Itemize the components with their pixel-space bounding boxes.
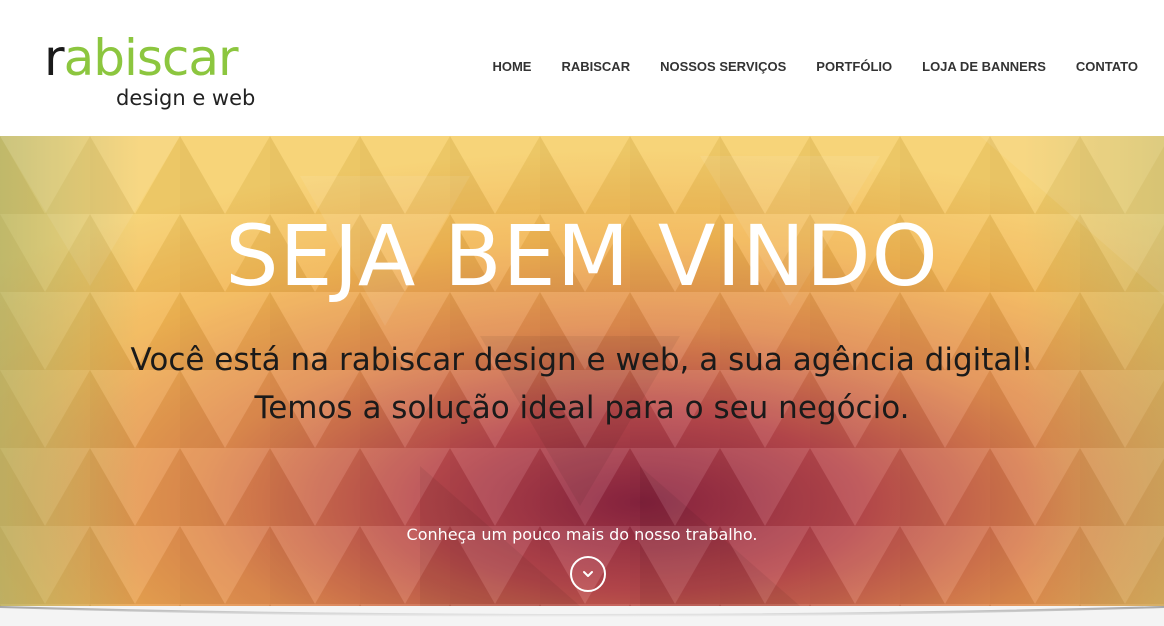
logo-first-letter: r [44,29,65,87]
hero-subtitle: Você está na rabiscar design e web, a su… [0,336,1164,432]
main-nav: HOME RABISCAR NOSSOS SERVIÇOS PORTFÓLIO … [477,56,1138,78]
chevron-down-icon [583,571,593,577]
nav-contato[interactable]: CONTATO [1061,56,1138,78]
nav-nossos-servicos[interactable]: NOSSOS SERVIÇOS [645,56,801,78]
nav-home[interactable]: HOME [477,56,546,78]
scroll-down-button[interactable] [570,556,606,592]
hero-subtitle-line2: Temos a solução ideal para o seu negócio… [254,390,910,426]
nav-portfolio[interactable]: PORTFÓLIO [801,56,907,78]
hero-bottom-shadow [0,606,1164,617]
logo-tagline: design e web [116,86,256,110]
hero-subtitle-line1: Você está na rabiscar design e web, a su… [130,342,1034,378]
logo-rest: abiscar [63,29,239,87]
logo-wordmark: rabiscar [44,28,239,88]
site-logo[interactable]: rabiscar design e web [44,28,284,118]
nav-rabiscar[interactable]: RABISCAR [546,56,645,78]
hero-banner: SEJA BEM VINDO Você está na rabiscar des… [0,136,1164,606]
hero-title: SEJA BEM VINDO [225,207,939,305]
site-header: rabiscar design e web HOME RABISCAR NOSS… [0,0,1164,136]
hero-cta-text: Conheça um pouco mais do nosso trabalho. [406,525,758,544]
nav-loja-de-banners[interactable]: LOJA DE BANNERS [907,56,1061,78]
